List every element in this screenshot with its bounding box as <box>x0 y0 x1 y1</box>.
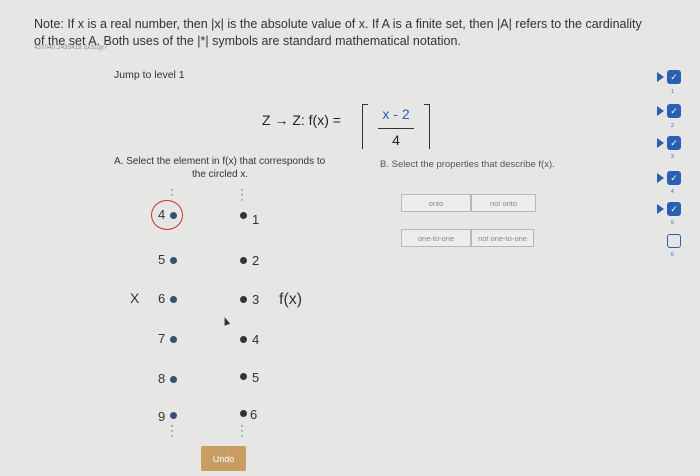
level-3-number: 3 <box>671 154 674 160</box>
level-1-number: 1 <box>671 89 674 95</box>
domain-label-6: 6 <box>158 291 166 306</box>
domain-dot-6[interactable] <box>170 296 177 303</box>
level-pointer-icon-2 <box>657 106 664 116</box>
fraction-numerator: x - 2 <box>382 106 410 122</box>
fraction-bar <box>378 128 414 129</box>
codomain-dot-4[interactable] <box>240 336 247 343</box>
circled-element-ring <box>151 200 183 230</box>
domain-dot-8[interactable] <box>170 376 177 383</box>
level-6-empty-box[interactable] <box>667 234 681 248</box>
notation-note: Note: If x is a real number, then |x| is… <box>34 17 642 48</box>
level-pointer-icon-4 <box>657 173 664 183</box>
part-a-line-1: A. Select the element in f(x) that corre… <box>114 156 326 167</box>
level-1-check-icon[interactable]: ✓ <box>667 70 681 84</box>
domain-label-9: 9 <box>158 409 166 424</box>
part-b-prompt: B. Select the properties that describe f… <box>380 159 555 170</box>
codomain-dot-5[interactable] <box>240 373 247 380</box>
level-pointer-icon-3 <box>657 138 664 148</box>
level-4-number: 4 <box>671 189 674 195</box>
one-to-one-option[interactable]: one-to-one <box>401 229 471 247</box>
ceiling-expression: x - 2 4 <box>362 104 430 150</box>
level-sidebar: ✓ 1 ✓ 2 ✓ 3 ✓ 4 ✓ 5 6 <box>654 62 700 476</box>
codomain-label-4: 4 <box>252 332 260 347</box>
codomain-ellipsis-top: · · · <box>240 184 244 206</box>
level-5-check-icon[interactable]: ✓ <box>667 202 681 216</box>
domain-label-7: 7 <box>158 331 166 346</box>
domain-set-label: X <box>130 290 140 306</box>
codomain-label-1: 1 <box>252 212 260 227</box>
part-a-prompt: A. Select the element in f(x) that corre… <box>114 155 344 181</box>
not-onto-option[interactable]: not onto <box>471 194 536 212</box>
not-one-to-one-option[interactable]: not one-to-one <box>471 229 534 247</box>
level-4-check-icon[interactable]: ✓ <box>667 171 681 185</box>
level-2-number: 2 <box>671 123 674 129</box>
domain-dot-5[interactable] <box>170 257 177 264</box>
function-definition: Z → Z: f(x) = <box>262 112 341 128</box>
codomain-dot-2[interactable] <box>240 257 247 264</box>
domain-dot-9[interactable] <box>170 412 177 419</box>
part-a-line-2: the circled x. <box>192 169 249 180</box>
codomain-label-3: 3 <box>252 292 260 307</box>
codomain-ellipsis-bottom: · · · <box>240 420 244 442</box>
fraction-denominator: 4 <box>392 132 400 148</box>
level-pointer-icon-5 <box>657 204 664 214</box>
problem-id: 437040.2435418.qx3zqy7 <box>34 45 108 51</box>
level-5-number: 5 <box>671 220 674 226</box>
level-3-check-icon[interactable]: ✓ <box>667 136 681 150</box>
domain-ellipsis-top: · · <box>170 184 174 201</box>
codomain-dot-3[interactable] <box>240 296 247 303</box>
undo-button[interactable]: Undo <box>201 446 246 471</box>
codomain-label-6: 6 <box>250 407 258 422</box>
domain-dot-4[interactable] <box>170 212 177 219</box>
level-2-check-icon[interactable]: ✓ <box>667 104 681 118</box>
codomain-label-5: 5 <box>252 370 260 385</box>
level-6-number: 6 <box>671 252 674 258</box>
domain-label-8: 8 <box>158 371 166 386</box>
domain-label-4: 4 <box>158 207 166 222</box>
domain-dot-7[interactable] <box>170 336 177 343</box>
jump-to-level-link[interactable]: Jump to level 1 <box>114 69 185 81</box>
domain-label-5: 5 <box>158 252 166 267</box>
codomain-label-2: 2 <box>252 253 260 268</box>
level-pointer-icon-1 <box>657 72 664 82</box>
domain-ellipsis-bottom: · · · <box>170 420 174 442</box>
codomain-set-label: f(x) <box>279 291 303 308</box>
mouse-cursor-icon <box>221 316 231 326</box>
codomain-dot-1[interactable] <box>240 212 247 219</box>
onto-option[interactable]: onto <box>401 194 471 212</box>
codomain-dot-6[interactable] <box>240 410 247 417</box>
problem-page: Note: If x is a real number, then |x| is… <box>0 0 700 476</box>
